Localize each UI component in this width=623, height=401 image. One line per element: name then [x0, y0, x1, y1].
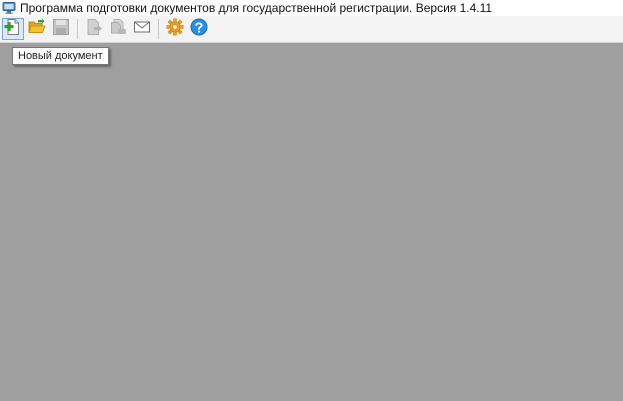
envelope-icon	[133, 18, 151, 41]
send-email-button[interactable]	[131, 18, 153, 40]
open-document-button[interactable]	[26, 18, 48, 40]
help-icon	[190, 18, 208, 41]
toolbar-separator	[158, 19, 159, 39]
new-document-button[interactable]	[2, 18, 24, 40]
settings-button[interactable]	[164, 18, 186, 40]
help-button[interactable]	[188, 18, 210, 40]
documents-stack-icon	[109, 18, 127, 41]
document-arrow-icon	[85, 18, 103, 41]
app-window: Программа подготовки документов для госу…	[0, 0, 623, 401]
save-button[interactable]	[50, 18, 72, 40]
open-folder-icon	[28, 18, 46, 41]
settings-gear-icon	[166, 18, 184, 41]
toolbar-separator	[77, 19, 78, 39]
window-title: Программа подготовки документов для госу…	[20, 1, 493, 15]
print-documents-button[interactable]	[107, 18, 129, 40]
save-icon	[52, 18, 70, 41]
export-document-button[interactable]	[83, 18, 105, 40]
app-monitor-icon	[2, 1, 16, 15]
main-toolbar	[0, 16, 623, 43]
new-document-tooltip: Новый документ	[12, 47, 109, 65]
new-document-icon	[4, 18, 22, 41]
document-workspace[interactable]	[0, 43, 623, 401]
title-bar: Программа подготовки документов для госу…	[0, 0, 623, 16]
